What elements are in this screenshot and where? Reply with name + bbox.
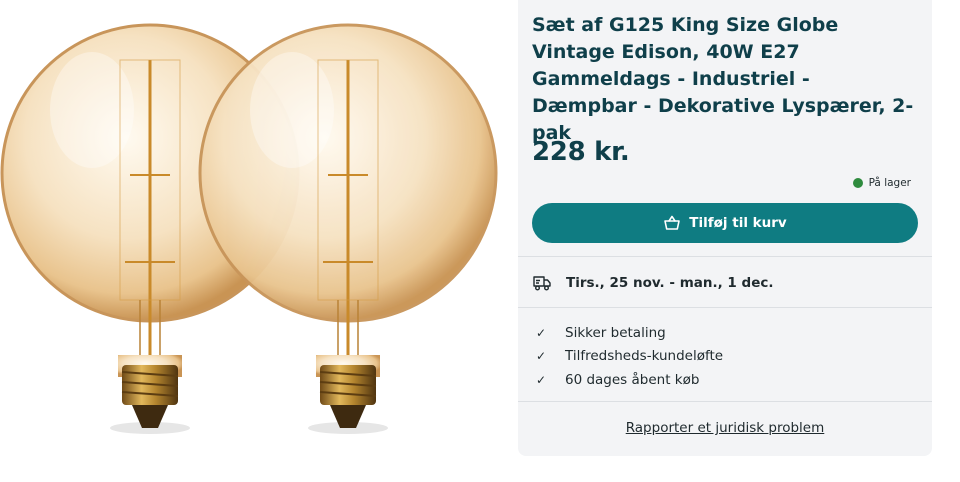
product-image[interactable] [0,0,510,482]
edison-globe-bulbs-image [0,23,498,434]
stock-status-dot-icon [852,178,863,188]
add-to-cart-label: Tilføj til kurv [689,215,787,231]
delivery-estimate: Tirs., 25 nov. - man., 1 dec. [532,273,773,293]
list-item: ✓ Sikker betaling [536,321,723,345]
check-icon: ✓ [536,349,547,364]
stock-indicator: På lager [852,177,911,189]
report-legal-issue-link[interactable]: Rapporter et juridisk problem [518,420,932,436]
feature-label: Tilfredsheds-kundeløfte [565,348,724,365]
feature-label: Sikker betaling [565,324,666,341]
list-item: ✓ 60 dages åbent køb [536,368,723,392]
feature-list: ✓ Sikker betaling ✓ Tilfredsheds-kundelø… [536,321,723,392]
stock-status-label: På lager [868,177,911,189]
divider [518,307,932,308]
check-icon: ✓ [536,325,547,340]
product-price: 228 kr. [532,137,630,167]
product-info-panel: Sæt af G125 King Size Globe Vintage Edis… [518,0,932,456]
divider [518,256,932,257]
feature-label: 60 dages åbent køb [565,371,700,388]
list-item: ✓ Tilfredsheds-kundeløfte [536,345,723,369]
product-title: Sæt af G125 King Size Globe Vintage Edis… [532,14,914,144]
delivery-truck-icon [532,273,552,293]
add-to-cart-button[interactable]: Tilføj til kurv [532,203,918,243]
divider [518,401,932,402]
check-icon: ✓ [536,372,547,387]
right-bulb [198,23,498,434]
shopping-basket-icon [663,214,681,232]
delivery-dates: Tirs., 25 nov. - man., 1 dec. [566,275,774,291]
